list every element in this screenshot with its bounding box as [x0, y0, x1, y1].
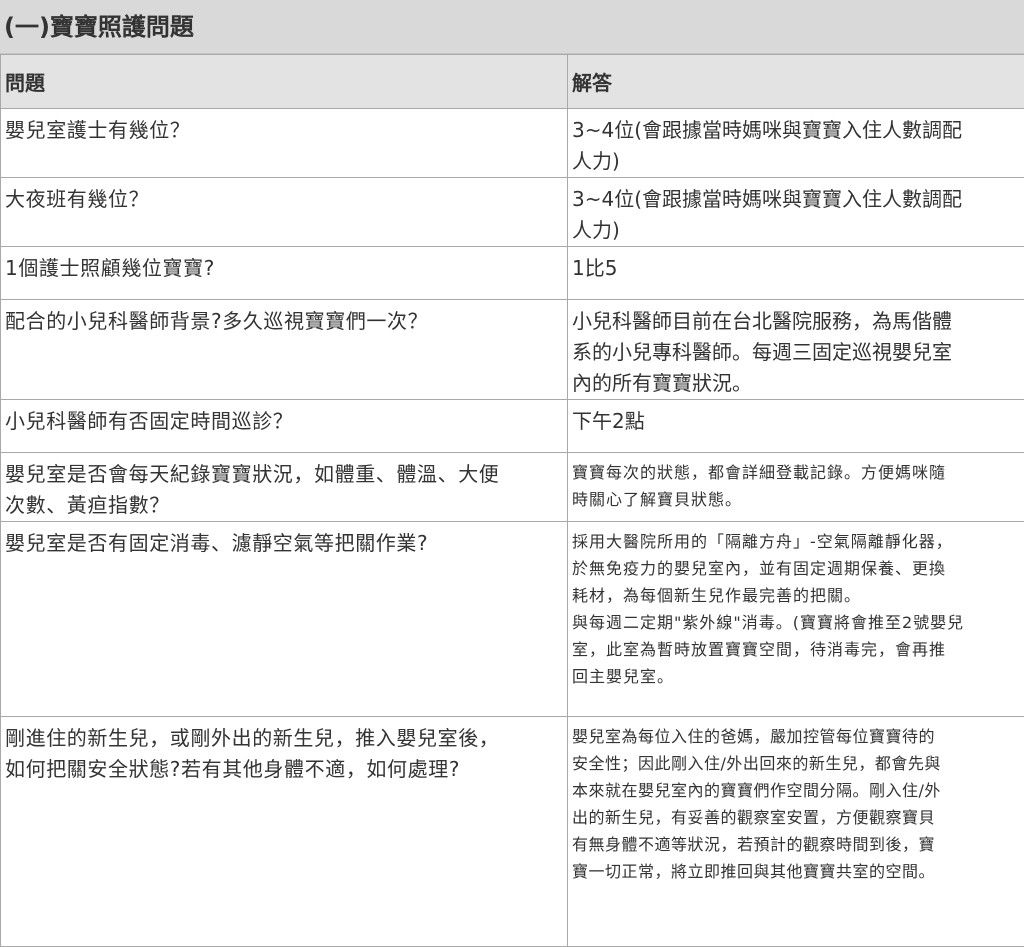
table-row: 嬰兒室護士有幾位？ 3~4位(會跟據當時媽咪與寶寶入住人數調配 人力) [1, 109, 1024, 178]
table-header-row: 問題 解答 [1, 55, 1024, 109]
answer-text: 出的新生兒，有妥善的觀察室安置，方便觀察寶貝 [572, 804, 1020, 831]
answer-text: 於無免疫力的嬰兒室內，並有固定週期保養、更換 [572, 555, 1020, 582]
table-row: 剛進住的新生兒，或剛外出的新生兒，推入嬰兒室後， 如何把關安全狀態?若有其他身體… [1, 717, 1024, 947]
question-cell: 配合的小兒科醫師背景?多久巡視寶寶們一次？ [1, 300, 568, 400]
question-cell: 小兒科醫師有否固定時間巡診？ [1, 400, 568, 453]
table-row: 嬰兒室是否會每天紀錄寶寶狀況，如體重、體溫、大便 次數、黃疸指數？ 寶寶每次的狀… [1, 453, 1024, 522]
question-cell: 1個護士照顧幾位寶寶? [1, 247, 568, 300]
answer-cell: 寶寶每次的狀態，都會詳細登載記錄。方便媽咪隨 時關心了解寶貝狀態。 [568, 453, 1024, 522]
answer-text: 3~4位(會跟據當時媽咪與寶寶入住人數調配 [572, 184, 1020, 215]
answer-text: 下午2點 [572, 406, 1020, 437]
answer-text: 耗材，為每個新生兒作最完善的把關。 [572, 582, 1020, 609]
question-text: 大夜班有幾位？ [5, 184, 563, 215]
answer-text: 寶寶每次的狀態，都會詳細登載記錄。方便媽咪隨 [572, 459, 1020, 486]
answer-cell: 3~4位(會跟據當時媽咪與寶寶入住人數調配 人力) [568, 178, 1024, 247]
answer-text: 小兒科醫師目前在台北醫院服務，為馬偕體 [572, 306, 1020, 337]
answer-cell: 下午2點 [568, 400, 1024, 453]
question-text: 嬰兒室護士有幾位？ [5, 115, 563, 146]
answer-cell: 1比5 [568, 247, 1024, 300]
answer-text: 本來就在嬰兒室內的寶寶們作空間分隔。剛入住/外 [572, 777, 1020, 804]
question-text: 配合的小兒科醫師背景?多久巡視寶寶們一次？ [5, 306, 563, 337]
section-title: (一)寶寶照護問題 [4, 7, 194, 42]
answer-text: 室，此室為暫時放置寶寶空間，待消毒完，會再推 [572, 636, 1020, 663]
question-cell: 嬰兒室護士有幾位？ [1, 109, 568, 178]
question-text: 嬰兒室是否有固定消毒、濾靜空氣等把關作業? [5, 528, 563, 559]
question-text: 次數、黃疸指數？ [5, 490, 563, 521]
question-text: 剛進住的新生兒，或剛外出的新生兒，推入嬰兒室後， [5, 723, 563, 754]
answer-text: 系的小兒專科醫師。每週三固定巡視嬰兒室 [572, 337, 1020, 368]
answer-cell: 3~4位(會跟據當時媽咪與寶寶入住人數調配 人力) [568, 109, 1024, 178]
table-row: 配合的小兒科醫師背景?多久巡視寶寶們一次？ 小兒科醫師目前在台北醫院服務，為馬偕… [1, 300, 1024, 400]
table-row: 小兒科醫師有否固定時間巡診？ 下午2點 [1, 400, 1024, 453]
answer-text: 嬰兒室為每位入住的爸媽，嚴加控管每位寶寶待的 [572, 723, 1020, 750]
answer-text: 內的所有寶寶狀況。 [572, 368, 1020, 399]
answer-cell: 小兒科醫師目前在台北醫院服務，為馬偕體 系的小兒專科醫師。每週三固定巡視嬰兒室 … [568, 300, 1024, 400]
answer-text: 時關心了解寶貝狀態。 [572, 486, 1020, 513]
table-row: 大夜班有幾位？ 3~4位(會跟據當時媽咪與寶寶入住人數調配 人力) [1, 178, 1024, 247]
column-header-answer: 解答 [568, 55, 1024, 109]
question-text: 1個護士照顧幾位寶寶? [5, 253, 563, 284]
answer-text: 有無身體不適等狀況，若預計的觀察時間到後，寶 [572, 831, 1020, 858]
answer-cell: 採用大醫院所用的「隔離方舟」-空氣隔離靜化器， 於無免疫力的嬰兒室內，並有固定週… [568, 522, 1024, 717]
answer-text: 1比5 [572, 253, 1020, 284]
answer-text: 寶一切正常，將立即推回與其他寶寶共室的空間。 [572, 858, 1020, 885]
answer-text: 採用大醫院所用的「隔離方舟」-空氣隔離靜化器， [572, 528, 1020, 555]
section-title-bar: (一)寶寶照護問題 [0, 0, 1024, 54]
answer-text: 人力) [572, 215, 1020, 246]
question-cell: 大夜班有幾位？ [1, 178, 568, 247]
answer-text: 人力) [572, 146, 1020, 177]
question-text: 如何把關安全狀態?若有其他身體不適，如何處理? [5, 754, 563, 785]
question-cell: 嬰兒室是否會每天紀錄寶寶狀況，如體重、體溫、大便 次數、黃疸指數？ [1, 453, 568, 522]
answer-text: 3~4位(會跟據當時媽咪與寶寶入住人數調配 [572, 115, 1020, 146]
question-cell: 剛進住的新生兒，或剛外出的新生兒，推入嬰兒室後， 如何把關安全狀態?若有其他身體… [1, 717, 568, 947]
page: (一)寶寶照護問題 問題 解答 嬰兒室護士有幾位？ 3~4位(會跟據當時媽咪與寶… [0, 0, 1024, 919]
answer-text: 安全性；因此剛入住/外出回來的新生兒，都會先與 [572, 750, 1020, 777]
table-row: 嬰兒室是否有固定消毒、濾靜空氣等把關作業? 採用大醫院所用的「隔離方舟」-空氣隔… [1, 522, 1024, 717]
question-text: 嬰兒室是否會每天紀錄寶寶狀況，如體重、體溫、大便 [5, 459, 563, 490]
answer-cell: 嬰兒室為每位入住的爸媽，嚴加控管每位寶寶待的 安全性；因此剛入住/外出回來的新生… [568, 717, 1024, 947]
question-text: 小兒科醫師有否固定時間巡診？ [5, 406, 563, 437]
table-row: 1個護士照顧幾位寶寶? 1比5 [1, 247, 1024, 300]
faq-table: 問題 解答 嬰兒室護士有幾位？ 3~4位(會跟據當時媽咪與寶寶入住人數調配 人力… [0, 54, 1024, 947]
answer-text: 回主嬰兒室。 [572, 663, 1020, 690]
column-header-question: 問題 [1, 55, 568, 109]
answer-text: 與每週二定期"紫外線"消毒。(寶寶將會推至2號嬰兒 [572, 609, 1020, 636]
question-cell: 嬰兒室是否有固定消毒、濾靜空氣等把關作業? [1, 522, 568, 717]
